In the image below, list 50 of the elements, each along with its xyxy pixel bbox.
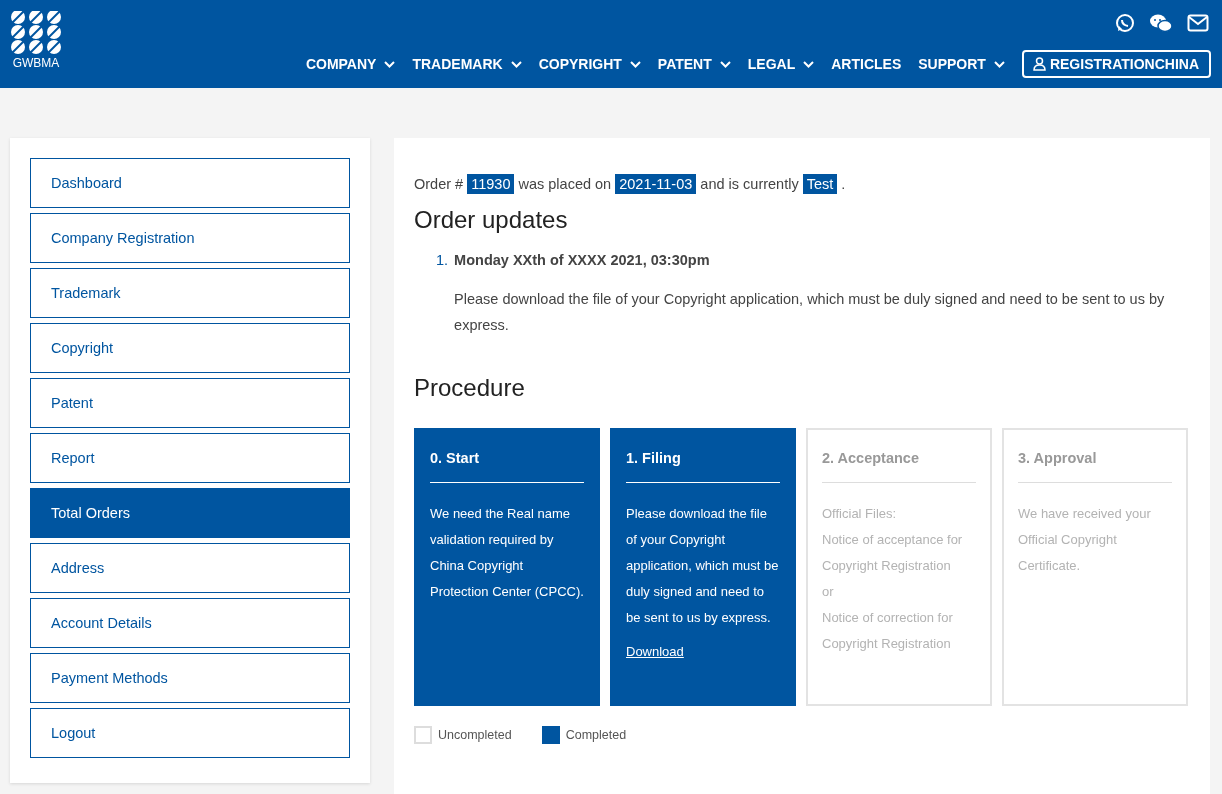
sidebar-item[interactable]: Trademark <box>30 268 350 318</box>
legend-label: Completed <box>565 728 627 742</box>
whatsapp-icon[interactable] <box>1115 13 1135 33</box>
download-link[interactable]: Download <box>626 639 684 665</box>
sidebar-item[interactable]: Company Registration <box>30 213 350 263</box>
sidebar-item[interactable]: Report <box>30 433 350 483</box>
sidebar-item[interactable]: Account Details <box>30 598 350 648</box>
step-title: 0. Start <box>430 450 584 483</box>
step-title: 2. Acceptance <box>822 450 976 483</box>
section-heading: Procedure <box>414 374 526 402</box>
sidebar-item[interactable]: Copyright <box>30 323 350 373</box>
account-button[interactable]: REGISTRATIONCHINA <box>1021 50 1211 78</box>
list-number: 1. <box>436 252 449 270</box>
nav-link[interactable]: LEGAL <box>747 56 815 72</box>
chevron-down-icon <box>384 60 396 68</box>
legend-label: Uncompleted <box>438 728 512 742</box>
step-text: Notice of correction for Copyright Registration <box>822 609 954 653</box>
wechat-icon[interactable] <box>1149 13 1173 33</box>
update-message: Please download the file of your Copyright application, which must be duly signed and need to be sent to us by express. <box>454 290 1166 335</box>
sidebar-item[interactable]: Dashboard <box>30 158 350 208</box>
chevron-down-icon <box>719 60 731 68</box>
sidebar-item[interactable]: Logout <box>30 708 350 758</box>
nav-link[interactable]: TRADEMARK <box>412 56 522 72</box>
sidebar-item[interactable]: Patent <box>30 378 350 428</box>
step-title: 3. Approval <box>1018 450 1172 483</box>
section-heading: Order updates <box>414 206 569 234</box>
sidebar-item[interactable]: Payment Methods <box>30 653 350 703</box>
nav-link[interactable]: ARTICLES <box>831 56 902 72</box>
nav-link[interactable]: PATENT <box>657 56 731 72</box>
nav-link[interactable]: COMPANY <box>305 56 396 72</box>
step-text: We have received your Official Copyright Certificate. <box>1018 505 1152 575</box>
chevron-down-icon <box>629 60 641 68</box>
step-title: 1. Filing <box>626 450 780 483</box>
sidebar-item[interactable]: Total Orders <box>30 488 350 538</box>
step-text: We need the Real name validation required by China Copyright Protection Center (CPCC). <box>430 505 584 601</box>
step-text: or <box>822 583 835 601</box>
logo-text: GWBMA <box>12 56 60 70</box>
update-date: Monday XXth of XXXX 2021, 03:30pm <box>454 252 711 268</box>
logo-drawing <box>10 11 62 55</box>
chevron-down-icon <box>803 60 815 68</box>
order-summary: Order # 11930 was placed on 2021-11-03 and is currently Test . <box>414 176 847 192</box>
nav-link[interactable]: COPYRIGHT <box>538 56 641 72</box>
chevron-down-icon <box>993 60 1005 68</box>
mail-icon[interactable] <box>1187 14 1209 32</box>
step-text: Please download the file of your Copyright application, which must be duly signed and need to be sent to us by express. <box>626 505 780 627</box>
step-text: Official Files: <box>822 505 898 523</box>
user-icon <box>1032 57 1046 71</box>
nav-link[interactable]: SUPPORT <box>918 56 1005 72</box>
sidebar-item[interactable]: Address <box>30 543 350 593</box>
chevron-down-icon <box>510 60 522 68</box>
